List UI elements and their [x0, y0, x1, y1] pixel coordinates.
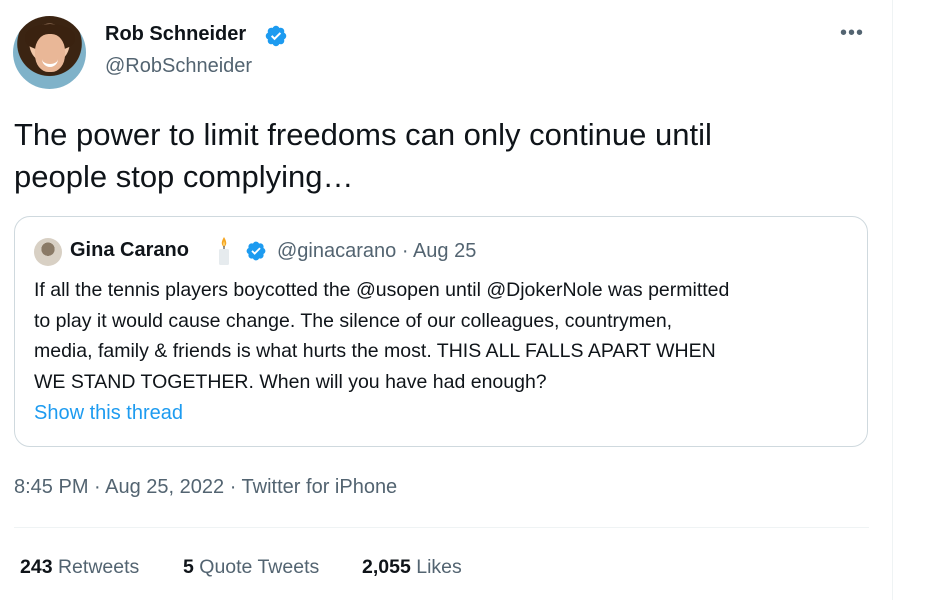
tweet-text: The power to limit freedoms can only con… — [14, 114, 874, 198]
quoted-handle-date: @ginacarano · Aug 25 — [277, 240, 477, 262]
retweets-count: 243 — [20, 556, 53, 578]
author-handle[interactable]: @RobSchneider — [105, 55, 252, 78]
verified-badge-icon — [265, 25, 287, 47]
verified-badge-icon — [246, 241, 266, 261]
tweet-text-line: people stop complying… — [14, 159, 354, 194]
retweets-label: Retweets — [57, 556, 140, 578]
likes-stat[interactable]: 2,055 Likes — [362, 556, 462, 579]
divider — [14, 527, 869, 528]
quoted-text-line: to play it would cause change. The silen… — [34, 309, 673, 332]
quoted-author-avatar — [34, 238, 62, 266]
quote-tweets-label: Quote Tweets — [199, 556, 320, 578]
quoted-text-line: If all the tennis players boycotted the … — [34, 279, 730, 301]
quoted-author-name: Gina Carano — [70, 239, 189, 261]
likes-count: 2,055 — [362, 556, 411, 578]
more-options-icon[interactable]: ••• — [840, 22, 864, 45]
candle-emoji-icon — [219, 237, 229, 265]
tweet-timestamp[interactable]: 8:45 PM · Aug 25, 2022 · Twitter for iPh… — [14, 476, 397, 499]
likes-label: Likes — [416, 556, 462, 578]
quoted-text-line: media, family & friends is what hurts th… — [34, 340, 716, 362]
quoted-tweet-card[interactable]: Gina Carano @ginacarano · Aug 25 If all … — [14, 216, 868, 447]
author-avatar[interactable] — [13, 16, 86, 89]
column-divider — [892, 0, 893, 600]
quoted-text-line: WE STAND TOGETHER. When will you have ha… — [34, 370, 547, 393]
quote-tweets-count: 5 — [183, 556, 194, 578]
quoted-tweet-text: If all the tennis players boycotted the … — [34, 275, 854, 397]
quote-tweets-stat[interactable]: 5 Quote Tweets — [183, 556, 319, 579]
author-name[interactable]: Rob Schneider — [105, 23, 246, 46]
retweets-stat[interactable]: 243 Retweets — [20, 556, 139, 579]
show-thread-link[interactable]: Show this thread — [34, 402, 183, 425]
tweet-text-line: The power to limit freedoms can only con… — [14, 117, 712, 152]
